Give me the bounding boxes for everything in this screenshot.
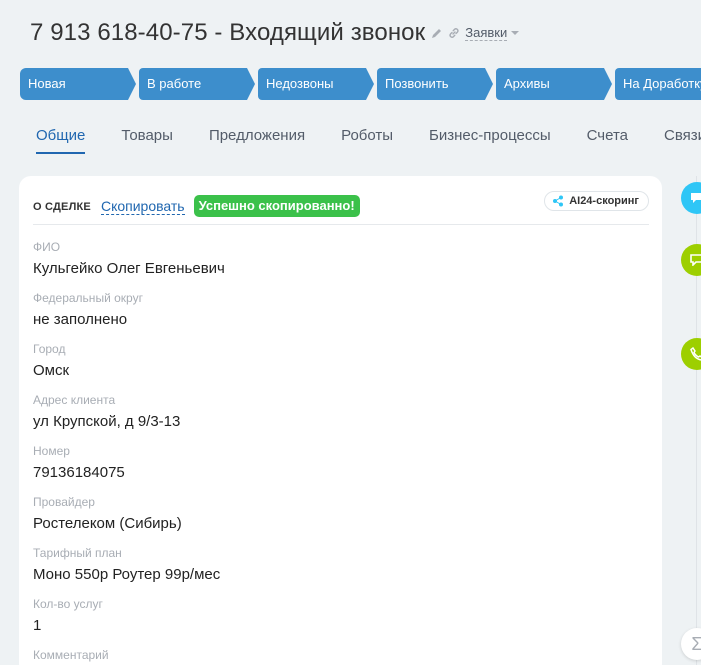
- card-header: О СДЕЛКЕ Скопировать Успешно скопированн…: [33, 188, 649, 225]
- tab-offers[interactable]: Предложения: [209, 120, 305, 154]
- field-value[interactable]: Моно 550р Роутер 99р/мес: [33, 566, 220, 584]
- field-tariff: Тарифный план Моно 550р Роутер 99р/мес: [33, 546, 220, 584]
- field-city: Город Омск: [33, 342, 69, 380]
- category-selector[interactable]: Заявки: [465, 25, 508, 41]
- field-label: Федеральный округ: [33, 291, 143, 305]
- copy-button[interactable]: Скопировать: [100, 198, 185, 215]
- field-label: ФИО: [33, 240, 61, 254]
- tab-links[interactable]: Связи: [664, 120, 701, 154]
- tab-invoices[interactable]: Счета: [587, 120, 628, 154]
- field-value[interactable]: не заполнено: [33, 311, 143, 329]
- share-nodes-icon: [553, 195, 564, 207]
- chat-icon[interactable]: [681, 182, 701, 214]
- stage-in-progress[interactable]: В работе: [139, 68, 255, 100]
- field-value[interactable]: ул Крупской, д 9/3-13: [33, 413, 180, 431]
- ai-scoring-button[interactable]: AI24-скоринг: [544, 191, 649, 211]
- copy-success-badge: Успешно скопированно!: [193, 195, 360, 217]
- field-services-count: Кол-во услуг 1: [33, 597, 103, 635]
- sum-icon[interactable]: Σ: [681, 628, 701, 660]
- stage-rework[interactable]: На Доработку: [615, 68, 701, 100]
- field-value[interactable]: 1: [33, 617, 103, 635]
- chevron-down-icon[interactable]: [511, 31, 520, 35]
- tab-business-processes[interactable]: Бизнес-процессы: [429, 120, 551, 154]
- section-title: О СДЕЛКЕ: [33, 201, 91, 213]
- field-fio: ФИО Кульгейко Олег Евгеньевич: [33, 240, 225, 278]
- field-provider: Провайдер Ростелеком (Сибирь): [33, 495, 182, 533]
- pencil-icon[interactable]: [429, 26, 443, 40]
- field-federal-district: Федеральный округ не заполнено: [33, 291, 143, 329]
- stage-call[interactable]: Позвонить: [377, 68, 493, 100]
- stage-archive[interactable]: Архивы: [496, 68, 612, 100]
- field-label: Город: [33, 342, 66, 356]
- tab-products[interactable]: Товары: [121, 120, 173, 154]
- field-value[interactable]: Ростелеком (Сибирь): [33, 515, 182, 533]
- field-number: Номер 79136184075: [33, 444, 125, 482]
- stage-new[interactable]: Новая: [20, 68, 136, 100]
- page-title-bar: 7 913 618-40-75 - Входящий звонок Заявки: [30, 16, 520, 50]
- field-label: Тарифный план: [33, 546, 122, 560]
- link-icon[interactable]: [447, 26, 461, 40]
- field-comment: Комментарий: [33, 648, 109, 665]
- tab-general[interactable]: Общие: [36, 120, 86, 154]
- field-value[interactable]: 79136184075: [33, 464, 125, 482]
- comment-icon[interactable]: [681, 244, 701, 276]
- field-value[interactable]: Кульгейко Олег Евгеньевич: [33, 260, 225, 278]
- page-title: 7 913 618-40-75 - Входящий звонок: [30, 19, 426, 46]
- ai-scoring-label: AI24-скоринг: [569, 195, 639, 207]
- field-value[interactable]: Омск: [33, 362, 69, 380]
- tab-robots[interactable]: Роботы: [341, 120, 393, 154]
- stage-missed-calls[interactable]: Недозвоны: [258, 68, 374, 100]
- field-label: Номер: [33, 444, 70, 458]
- field-label: Адрес клиента: [33, 393, 116, 407]
- field-label: Комментарий: [33, 648, 109, 662]
- deal-card: О СДЕЛКЕ Скопировать Успешно скопированн…: [19, 176, 662, 665]
- field-client-address: Адрес клиента ул Крупской, д 9/3-13: [33, 393, 180, 431]
- phone-icon[interactable]: [681, 338, 701, 370]
- field-label: Провайдер: [33, 495, 95, 509]
- tab-bar: Общие Товары Предложения Роботы Бизнес-п…: [36, 120, 701, 154]
- field-label: Кол-во услуг: [33, 597, 103, 611]
- stage-bar: Новая В работе Недозвоны Позвонить Архив…: [20, 68, 701, 100]
